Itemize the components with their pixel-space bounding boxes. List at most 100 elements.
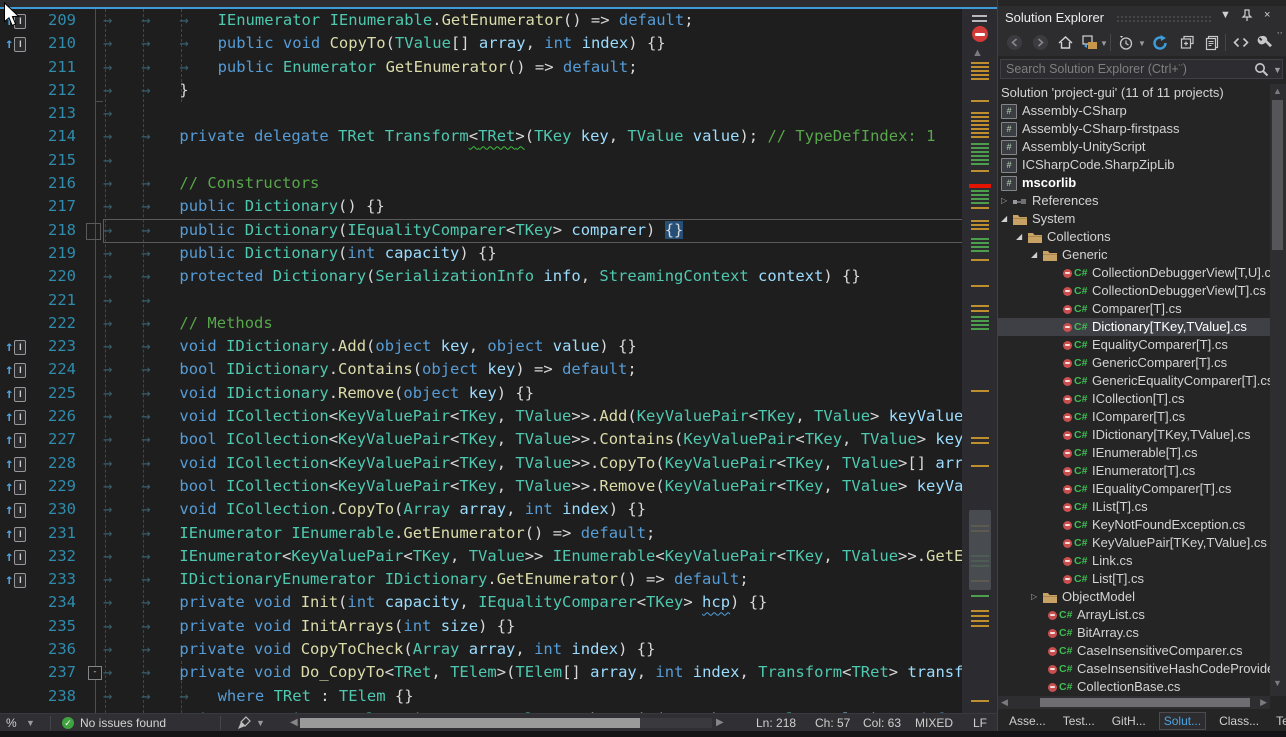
tree-item-link-cs[interactable]: C#Link.cs [998,552,1270,570]
tree-item-dictionary-tkey-tvalue-cs[interactable]: C#Dictionary[TKey,TValue].cs [998,318,1270,336]
tree-item-list-t-cs[interactable]: C#List[T].cs [998,570,1270,588]
code-line[interactable]: 234→→private void Init(int capacity, IEq… [0,591,962,614]
tree-item-system[interactable]: ◢System [998,210,1270,228]
split-window-grip-icon[interactable] [971,12,988,26]
line-number[interactable]: 210 [34,32,76,55]
expander-collapsed-icon[interactable]: ▷ [1001,192,1012,210]
pin-icon[interactable] [1241,9,1253,22]
tree-item-ienumerable-t-cs[interactable]: C#IEnumerable[T].cs [998,444,1270,462]
implements-glyph-icon[interactable]: ↑I [0,475,34,498]
status-encoding[interactable]: MIXED [915,714,953,732]
line-number[interactable]: 231 [34,522,76,545]
implements-glyph-icon[interactable]: ↑I [0,358,34,381]
expander-expanded-icon[interactable]: ◢ [1001,210,1012,228]
tree-item-ilist-t-cs[interactable]: C#IList[T].cs [998,498,1270,516]
line-number[interactable]: 237 [34,661,76,684]
tool-window-tab-class[interactable]: Class... [1215,713,1263,729]
tree-item-caseinsensitivehashcodeprovider-cs[interactable]: C#CaseInsensitiveHashCodeProvider.cs [998,660,1270,678]
tree-item-icsharpcode-sharpziplib[interactable]: #ICSharpCode.SharpZipLib [998,156,1270,174]
implements-glyph-icon[interactable]: ↑I [0,335,34,358]
implements-glyph-icon[interactable]: ↑I [0,545,34,568]
scroll-up-arrow-icon[interactable]: ▲ [972,47,983,59]
history-dropdown-caret-icon[interactable]: ▼ [1138,39,1146,48]
status-line[interactable]: Ln: 218 [756,714,796,732]
code-line[interactable]: 236→→private void CopyToCheck(Array arra… [0,638,962,661]
expander-expanded-icon[interactable]: ◢ [1016,228,1027,246]
expander-expanded-icon[interactable]: ◢ [1031,246,1042,264]
line-number[interactable]: 211 [34,56,76,79]
window-position-caret-icon[interactable]: ▼ [1220,9,1231,21]
tool-window-tab-test[interactable]: Test... [1059,713,1099,729]
code-line[interactable]: ↑I228→→void ICollection<KeyValuePair<TKe… [0,452,962,475]
hscroll-left-arrow-icon[interactable]: ◀ [1001,697,1008,708]
implements-glyph-icon[interactable]: ↑I [0,522,34,545]
implements-glyph-icon[interactable]: ↑I [0,428,34,451]
hscroll-right-arrow-icon[interactable]: ▶ [716,714,724,732]
code-line[interactable]: 237→→private void Do_CopyTo<TRet, TElem>… [0,661,962,684]
tree-item-idictionary-tkey-tvalue-cs[interactable]: C#IDictionary[TKey,TValue].cs [998,426,1270,444]
tree-item-genericequalitycomparer-t-cs[interactable]: C#GenericEqualityComparer[T].cs [998,372,1270,390]
code-line[interactable]: ↑I232→→IEnumerator<KeyValuePair<TKey, TV… [0,545,962,568]
tree-item-caseinsensitivecomparer-cs[interactable]: C#CaseInsensitiveComparer.cs [998,642,1270,660]
tree-item-icollection-t-cs[interactable]: C#ICollection[T].cs [998,390,1270,408]
code-line[interactable]: ↑I233→→IDictionaryEnumerator IDictionary… [0,568,962,591]
line-number[interactable]: 225 [34,382,76,405]
line-number[interactable]: 235 [34,615,76,638]
preview-selected-items-icon[interactable] [1204,34,1222,52]
code-line[interactable]: 238→→→where TRet : TElem {} [0,685,962,708]
collapse-all-icon[interactable] [1179,34,1197,52]
tree-item-assembly-csharp-firstpass[interactable]: #Assembly-CSharp-firstpass [998,120,1270,138]
home-icon[interactable] [1057,34,1075,52]
tree-item-keynotfoundexception-cs[interactable]: C#KeyNotFoundException.cs [998,516,1270,534]
implements-glyph-icon[interactable]: ↑I [0,452,34,475]
tree-item-collectiondebuggerview-t-cs[interactable]: C#CollectionDebuggerView[T].cs [998,282,1270,300]
line-number[interactable]: 238 [34,685,76,708]
code-line[interactable]: 216→→// Constructors [0,172,962,195]
editor-horizontal-scrollbar[interactable] [300,718,712,728]
code-line[interactable]: 213→ [0,102,962,125]
status-character[interactable]: Ch: 57 [815,714,850,732]
hscroll-right-arrow-icon[interactable]: ▶ [1260,697,1267,708]
tree-item-objectmodel[interactable]: ▷ObjectModel [998,588,1270,606]
line-number[interactable]: 233 [34,568,76,591]
line-number[interactable]: 216 [34,172,76,195]
panel-vertical-scrollbar[interactable]: ▲ ▼ [1270,84,1286,696]
vertical-scrollbar-thumb[interactable] [969,510,991,590]
scroll-down-arrow-icon[interactable]: ▼ [1273,678,1282,688]
tree-item-iequalitycomparer-t-cs[interactable]: C#IEqualityComparer[T].cs [998,480,1270,498]
panel-hscrollbar-thumb[interactable] [1040,698,1250,707]
tree-item-equalitycomparer-t-cs[interactable]: C#EqualityComparer[T].cs [998,336,1270,354]
line-number[interactable]: 218 [34,219,76,242]
line-number[interactable]: 230 [34,498,76,521]
line-number[interactable]: 228 [34,452,76,475]
code-editor[interactable]: - ↑I209→→→IEnumerator IEnumerable.GetEnu… [0,9,962,713]
search-dropdown-caret-icon[interactable]: ▼ [1273,65,1282,75]
tool-window-tab-tea[interactable]: Tea... [1272,713,1286,729]
editor-vertical-scrollbar[interactable]: ▲ [962,9,997,713]
view-code-icon[interactable] [1232,34,1250,52]
code-line[interactable]: ↑I229→→bool ICollection<KeyValuePair<TKe… [0,475,962,498]
tree-item-genericcomparer-t-cs[interactable]: C#GenericComparer[T].cs [998,354,1270,372]
code-line[interactable]: 218→→public Dictionary(IEqualityComparer… [0,219,962,242]
sync-dropdown-caret-icon[interactable]: ▼ [1100,39,1108,48]
code-line[interactable]: 220→→protected Dictionary(SerializationI… [0,265,962,288]
zoom-control[interactable]: % [6,714,17,732]
implements-glyph-icon[interactable]: ↑I [0,32,34,55]
zoom-dropdown-caret-icon[interactable]: ▼ [26,714,35,732]
tree-item-generic[interactable]: ◢Generic [998,246,1270,264]
code-line[interactable]: 211→→→public Enumerator GetEnumerator() … [0,56,962,79]
horizontal-scrollbar-thumb[interactable] [300,718,640,728]
line-number[interactable]: 219 [34,242,76,265]
code-line[interactable]: 239→→private static KeyValuePair<TKey, T… [0,708,962,713]
code-line[interactable]: ↑I224→→bool IDictionary.Contains(object … [0,358,962,381]
line-number[interactable]: 239 [34,708,76,713]
line-number[interactable]: 212 [34,79,76,102]
line-number[interactable]: 214 [34,125,76,148]
tree-item-assembly-unityscript[interactable]: #Assembly-UnityScript [998,138,1270,156]
tree-item-arraylist-cs[interactable]: C#ArrayList.cs [998,606,1270,624]
code-line[interactable]: 217→→public Dictionary() {} [0,195,962,218]
status-column[interactable]: Col: 63 [863,714,901,732]
line-number[interactable]: 217 [34,195,76,218]
code-line[interactable]: 214→→private delegate TRet Transform<TRe… [0,125,962,148]
refresh-icon[interactable] [1151,34,1169,52]
